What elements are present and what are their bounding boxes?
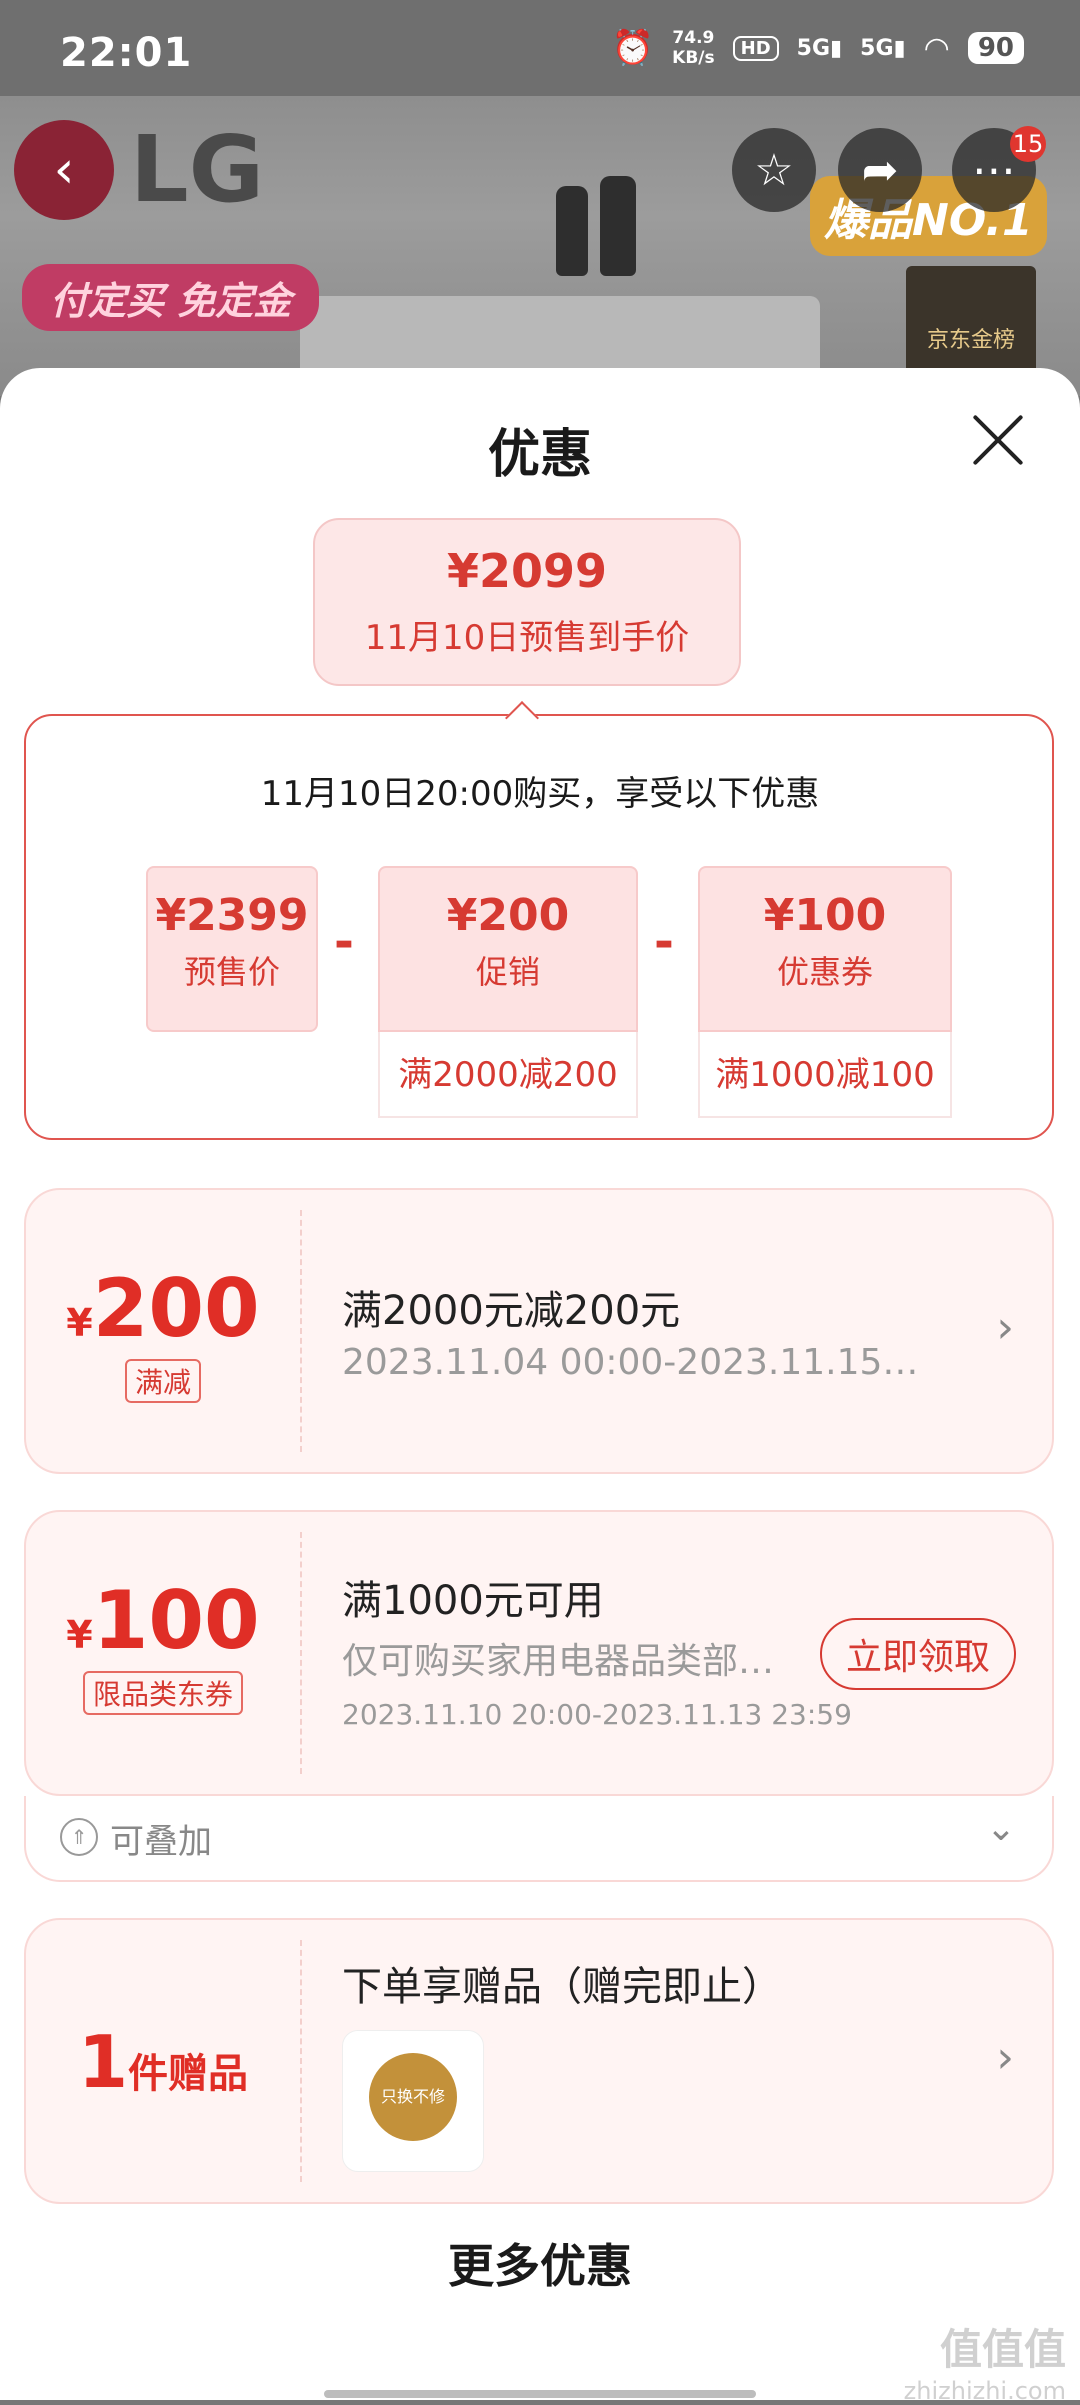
status-icons: ⏰ 74.9 KB/s HD 5G▮ 5G▮ ◠ 90	[612, 28, 1024, 68]
claim-coupon-button[interactable]: 立即领取	[819, 1618, 1016, 1690]
coupon-condition: 满1000减100	[698, 1032, 952, 1118]
back-icon[interactable]: ‹	[14, 119, 114, 220]
favorite-icon[interactable]: ☆	[732, 128, 816, 212]
status-bar: 22:01 ⏰ 74.9 KB/s HD 5G▮ 5G▮ ◠ 90	[0, 0, 1080, 96]
more-discounts-heading: 更多优惠	[448, 2239, 632, 2293]
presale-price-label: 预售价	[183, 953, 280, 991]
gift-seal-image: 只换不修	[369, 2053, 457, 2141]
signal-1-label: 5G	[796, 35, 831, 61]
coupon-box: ¥100 优惠券	[698, 866, 952, 1032]
stack-icon: ⇑	[60, 1818, 98, 1856]
final-price-label: 11月10日预售到手价	[364, 618, 690, 658]
signal-2-label: 5G	[860, 35, 894, 61]
coupon-amount: ¥200	[26, 1262, 300, 1355]
coupon-validity: 2023.11.04 00:00-2023.11.15…	[342, 1342, 919, 1383]
bottle-image	[600, 176, 636, 276]
watermark: 值值值 zhizhizhi.com	[904, 2316, 1066, 2405]
coupon-scope: 仅可购买家用电器品类部…	[342, 1641, 775, 1682]
watermark-logo: 值值值	[939, 2325, 1066, 2374]
clock: 22:01	[60, 30, 193, 76]
signal-icon: 5G▮	[860, 35, 906, 61]
coupon-type-tag: 限品类东券	[82, 1671, 243, 1715]
brand-logo: ‹ LG	[14, 116, 264, 223]
coupon-amount: ¥100	[26, 1574, 300, 1667]
coupon-title: 满1000元可用	[342, 1578, 604, 1624]
minus-sign: -	[334, 914, 354, 970]
currency-symbol: ¥	[66, 1301, 93, 1345]
card-divider	[300, 1210, 302, 1452]
card-divider	[300, 1940, 302, 2182]
chevron-down-icon[interactable]: ⌄	[986, 1808, 1016, 1849]
currency-symbol: ¥	[66, 1613, 93, 1657]
coupon-type-tag: 满减	[124, 1359, 201, 1403]
final-price: ¥2099	[446, 544, 608, 598]
discount-card-full-reduction[interactable]: ¥200 满减 满2000元减200元 2023.11.04 00:00-202…	[24, 1188, 1054, 1474]
alarm-icon: ⏰	[611, 28, 655, 68]
gift-card[interactable]: 1件赠品 下单享赠品（赠完即止） 只换不修 ›	[24, 1918, 1054, 2204]
promotion-label: 促销	[475, 953, 540, 991]
close-icon[interactable]	[970, 412, 1026, 468]
gift-count-value: 1	[77, 2020, 129, 2104]
promotion-condition: 满2000减200	[378, 1032, 638, 1118]
coupon-amount-value: 200	[92, 1262, 260, 1355]
gift-unit: 件赠品	[128, 2051, 249, 2097]
stackable-row[interactable]: ⇑ 可叠加 ⌄	[24, 1796, 1054, 1882]
share-icon[interactable]: ➦	[838, 128, 922, 212]
hd-icon: HD	[732, 35, 779, 61]
coupon-validity: 2023.11.10 20:00-2023.11.13 23:59	[342, 1698, 852, 1731]
stackable-label: 可叠加	[110, 1822, 212, 1862]
bottle-image	[556, 186, 588, 276]
promotion-box: ¥200 促销	[378, 866, 638, 1032]
promotion-value: ¥200	[446, 890, 570, 941]
final-price-box: ¥2099 11月10日预售到手价	[313, 518, 741, 686]
card-divider	[300, 1532, 302, 1774]
breakdown-heading: 11月10日20:00购买，享受以下优惠	[260, 774, 820, 814]
gift-title: 下单享赠品（赠完即止）	[342, 1964, 782, 2010]
network-speed: 74.9 KB/s	[672, 28, 714, 68]
net-speed-value: 74.9	[672, 28, 715, 48]
product-hero-image: ‹ LG 付定买 免定金 爆品NO.1 京东金榜 ☆ ➦ ⋯ 15	[0, 96, 1080, 396]
promo-chip: 付定买 免定金	[22, 264, 320, 331]
watermark-url: zhizhizhi.com	[903, 2377, 1066, 2405]
home-indicator[interactable]	[324, 2390, 756, 2398]
sheet-title: 优惠	[487, 425, 592, 485]
coupon-amount-area: ¥100 限品类东券	[26, 1512, 300, 1794]
gift-image[interactable]: 只换不修	[342, 2030, 484, 2172]
chevron-right-icon: ›	[996, 1302, 1014, 1353]
coupon-label: 优惠券	[776, 953, 873, 991]
chevron-right-icon: ›	[996, 2032, 1014, 2083]
gift-count: 1件赠品	[26, 2020, 300, 2104]
discount-sheet: 优惠 ¥2099 11月10日预售到手价 11月10日20:00购买，享受以下优…	[0, 368, 1080, 2405]
presale-price-box: ¥2399 预售价	[146, 866, 318, 1032]
coupon-title: 满2000元减200元	[342, 1288, 681, 1334]
brand-name: LG	[130, 116, 265, 223]
notification-badge: 15	[1010, 126, 1046, 162]
presale-price-value: ¥2399	[155, 890, 309, 941]
minus-sign: -	[654, 914, 674, 970]
coupon-value: ¥100	[763, 890, 887, 941]
wifi-icon: ◠	[923, 30, 950, 66]
discount-card-category-coupon: ¥100 限品类东券 满1000元可用 仅可购买家用电器品类部… 2023.11…	[24, 1510, 1054, 1796]
coupon-amount-area: ¥200 满减	[26, 1190, 300, 1472]
battery-icon: 90	[967, 32, 1024, 64]
net-speed-unit: KB/s	[672, 48, 715, 68]
coupon-amount-value: 100	[92, 1574, 260, 1667]
signal-icon: 5G▮	[796, 35, 843, 61]
gift-count-area: 1件赠品	[26, 1920, 300, 2202]
